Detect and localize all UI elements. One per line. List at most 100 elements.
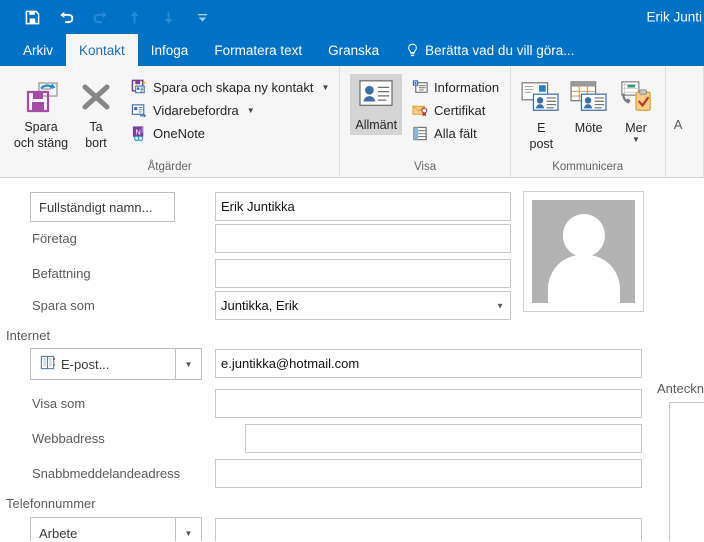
onenote-button[interactable]: N OneNote <box>126 122 333 144</box>
general-card-icon <box>357 78 395 115</box>
job-title-input[interactable] <box>215 259 511 288</box>
im-address-input[interactable] <box>215 459 642 488</box>
full-name-input[interactable]: Erik Juntikka <box>215 192 511 221</box>
web-page-input[interactable] <box>245 424 642 453</box>
chevron-down-icon[interactable]: ▼ <box>321 83 329 92</box>
email-type-split-button[interactable]: E-post... ▼ <box>30 348 202 380</box>
window-title: Erik Junti <box>646 9 702 25</box>
delete-button[interactable]: Ta bort <box>72 72 120 151</box>
tell-me-search[interactable]: Berätta vad du vill göra... <box>392 34 584 66</box>
all-fields-icon <box>411 124 429 142</box>
ribbon-group-kommunicera: E post Möte Mer ▼ Kommunicera <box>511 66 666 177</box>
ribbon-tab-strip: Arkiv Kontakt Infoga Formatera text Gran… <box>0 34 704 66</box>
email-contact-icon <box>520 76 562 118</box>
forward-contact-button[interactable]: Vidarebefordra ▼ <box>126 99 333 121</box>
tab-formatera-text[interactable]: Formatera text <box>201 34 315 66</box>
phone-input[interactable] <box>215 518 642 541</box>
more-label: Mer <box>625 121 647 135</box>
redo-icon[interactable] <box>90 7 110 27</box>
save-and-close-label: Spara och stäng <box>13 120 69 150</box>
notes-label: Anteckni <box>657 381 704 396</box>
title-bar: Erik Junti <box>0 0 704 34</box>
tab-kontakt[interactable]: Kontakt <box>66 34 138 66</box>
ribbon-group-label-kommunicera: Kommunicera <box>552 161 624 173</box>
contact-form: Fullständigt namn... Erik Juntikka Föret… <box>0 178 704 541</box>
full-name-button-label: Fullständigt namn... <box>39 199 153 215</box>
ribbon-group-partial: A <box>666 66 704 177</box>
delete-label: Ta bort <box>85 120 107 150</box>
down-icon[interactable] <box>158 7 178 27</box>
tab-infoga[interactable]: Infoga <box>138 34 202 66</box>
phone-type-dropdown[interactable]: ▼ <box>176 517 202 541</box>
company-label: Företag <box>32 231 77 246</box>
chevron-down-icon[interactable]: ▼ <box>496 301 504 310</box>
email-input[interactable]: e.juntikka@hotmail.com <box>215 349 642 378</box>
email-value: e.juntikka@hotmail.com <box>221 356 360 371</box>
phone-type-button[interactable]: Arbete <box>30 517 176 541</box>
avatar-body <box>547 254 620 303</box>
ribbon-group-label-visa: Visa <box>413 161 437 173</box>
contact-photo[interactable] <box>523 191 644 312</box>
up-icon[interactable] <box>124 7 144 27</box>
svg-text:N: N <box>135 127 140 136</box>
view-general-button[interactable]: Allmänt <box>350 74 403 135</box>
chevron-down-icon: ▼ <box>184 359 193 369</box>
save-and-close-button[interactable]: Spara och stäng <box>10 72 72 151</box>
forward-contact-label: Vidarebefordra <box>153 102 239 118</box>
email-type-label: E-post... <box>61 356 110 372</box>
ribbon-group-atgarder: Spara och stäng Ta bort Spara och skapa … <box>0 66 341 177</box>
address-book-icon <box>39 355 56 374</box>
onenote-label: OneNote <box>153 125 206 141</box>
email-type-button[interactable]: E-post... <box>30 348 176 380</box>
save-and-new-contact-label: Spara och skapa ny kontakt <box>153 79 314 95</box>
chevron-down-icon[interactable]: ▼ <box>632 136 640 144</box>
ribbon-group-visa: Allmänt Information Certifikat Alla fält… <box>340 66 511 177</box>
job-title-label: Befattning <box>32 266 91 281</box>
company-input[interactable] <box>215 224 511 253</box>
view-all-fields-button[interactable]: Alla fält <box>407 122 503 144</box>
contact-photo-placeholder <box>532 200 635 303</box>
notes-textarea[interactable] <box>669 402 704 541</box>
email-type-dropdown[interactable]: ▼ <box>176 348 202 380</box>
meeting-icon <box>568 76 610 118</box>
chevron-down-icon[interactable]: ▼ <box>247 106 255 115</box>
phone-section-label: Telefonnummer <box>6 496 96 511</box>
internet-section-label: Internet <box>6 328 51 343</box>
display-as-input[interactable] <box>215 389 642 418</box>
tab-granska[interactable]: Granska <box>315 34 392 66</box>
ribbon-group-label-atgarder: Åtgärder <box>147 161 192 173</box>
ribbon: Spara och stäng Ta bort Spara och skapa … <box>0 66 704 178</box>
save-icon[interactable] <box>22 7 42 27</box>
forward-contact-icon <box>130 101 148 119</box>
view-details-label: Information <box>434 79 500 95</box>
tab-arkiv[interactable]: Arkiv <box>10 34 66 66</box>
file-as-value: Juntikka, Erik <box>221 298 299 313</box>
web-page-label: Webbadress <box>32 431 105 446</box>
file-as-select[interactable]: Juntikka, Erik ▼ <box>215 291 511 320</box>
im-address-label: Snabbmeddelandeadress <box>32 466 181 481</box>
ribbon-group-partial-text: A <box>673 117 683 132</box>
quick-access-toolbar <box>0 7 212 27</box>
delete-icon <box>78 76 114 118</box>
display-as-label: Visa som <box>32 396 86 411</box>
avatar-head <box>562 214 605 257</box>
certificate-icon <box>411 101 429 119</box>
undo-icon[interactable] <box>56 7 76 27</box>
onenote-icon: N <box>130 124 148 142</box>
meeting-button[interactable]: Möte <box>566 72 611 136</box>
more-button[interactable]: Mer ▼ <box>613 72 658 144</box>
customize-icon[interactable] <box>192 7 212 27</box>
save-new-contact-icon <box>130 78 148 96</box>
phone-type-split-button[interactable]: Arbete ▼ <box>30 517 202 541</box>
email-button[interactable]: E post <box>519 72 564 153</box>
save-and-new-contact-button[interactable]: Spara och skapa ny kontakt ▼ <box>126 76 333 98</box>
tell-me-label: Berätta vad du vill göra... <box>425 42 575 58</box>
view-all-fields-label: Alla fält <box>434 125 477 141</box>
chevron-down-icon: ▼ <box>184 528 193 538</box>
lightbulb-icon <box>406 43 419 58</box>
view-certificate-button[interactable]: Certifikat <box>407 99 503 121</box>
meeting-label: Möte <box>574 121 603 135</box>
full-name-button[interactable]: Fullständigt namn... <box>30 192 175 222</box>
file-as-label: Spara som <box>32 298 95 313</box>
view-details-button[interactable]: Information <box>407 76 503 98</box>
